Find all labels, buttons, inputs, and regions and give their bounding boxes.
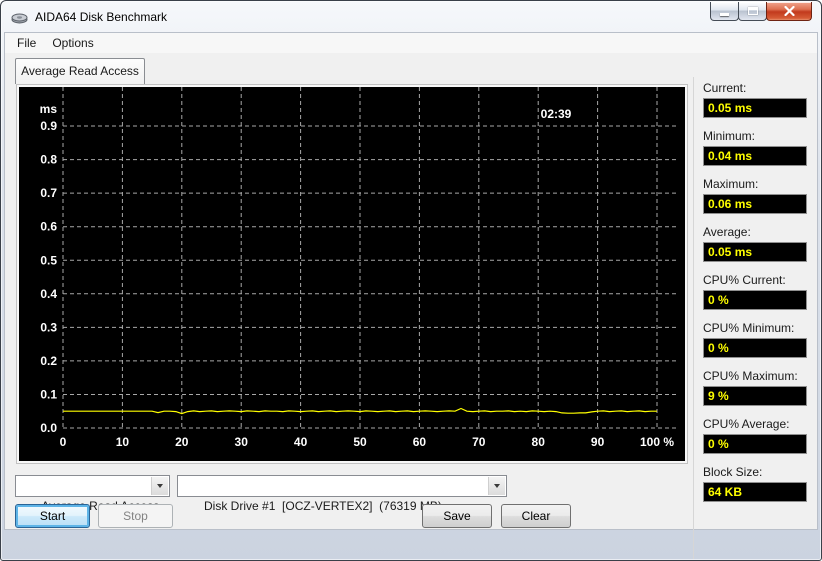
benchmark-type-select[interactable]: Average Read Access [15,475,170,513]
benchmark-chart: 0.0 0.1 0.2 0.3 0.4 0.5 0.6 0.7 0.8 0.9 ms 0 10 20 30 4… [17,85,687,463]
app-window: AIDA64 Disk Benchmark File Options Avera… [0,0,822,561]
dropdown-button[interactable] [488,477,505,495]
stat-value-box: 0 % [703,434,807,454]
close-icon [783,6,795,16]
stat-label: Average: [703,225,751,239]
stat-block-size: Block Size: 64 KB [703,465,815,502]
svg-text:40: 40 [294,435,308,449]
stat-label: Minimum: [703,129,756,143]
svg-text:0.7: 0.7 [40,186,57,200]
stop-button[interactable]: Stop [98,504,173,528]
disk-drive-value: Disk Drive #1 [OCZ-VERTEX2] (76319 MB) [204,499,442,513]
svg-text:50: 50 [353,435,367,449]
svg-text:0.5: 0.5 [40,253,57,267]
stat-label: Block Size: [703,465,763,479]
svg-text:80: 80 [532,435,546,449]
stat-value-box: 0 % [703,290,807,310]
tab-average-read-access[interactable]: Average Read Access [15,58,145,84]
disk-drive-select[interactable]: Disk Drive #1 [OCZ-VERTEX2] (76319 MB) [177,475,507,513]
stat-value-box: 0 % [703,338,807,358]
svg-text:100 %: 100 % [640,435,674,449]
save-button[interactable]: Save [422,504,492,528]
svg-text:60: 60 [413,435,427,449]
dropdown-button[interactable] [151,477,168,495]
window-title: AIDA64 Disk Benchmark [35,9,168,24]
title-bar: AIDA64 Disk Benchmark [1,1,821,32]
svg-text:10: 10 [116,435,130,449]
svg-text:0.4: 0.4 [40,287,57,301]
client-area: File Options Average Read Access 0.0 0.1 0… [4,32,818,559]
chevron-down-icon [157,484,163,488]
svg-text:30: 30 [235,435,249,449]
disk-icon [11,13,28,24]
stats-panel: Current: 0.05 ms Minimum: 0.04 ms Maximu… [693,77,815,559]
stat-label: CPU% Current: [703,273,786,287]
stat-cpu-average: CPU% Average: 0 % [703,417,815,454]
stat-cpu-maximum: CPU% Maximum: 9 % [703,369,815,406]
svg-text:0.3: 0.3 [40,320,57,334]
svg-text:ms: ms [40,102,58,116]
start-button[interactable]: Start [15,504,90,528]
svg-text:90: 90 [591,435,605,449]
stat-average: Average: 0.05 ms [703,225,815,262]
stat-value-box: 0.06 ms [703,194,807,214]
stat-label: Maximum: [703,177,759,191]
minimize-button[interactable] [710,2,739,21]
svg-text:0.6: 0.6 [40,220,57,234]
stat-cpu-current: CPU% Current: 0 % [703,273,815,310]
chevron-down-icon [494,484,500,488]
stat-value-box: 0.05 ms [703,98,807,118]
stat-value-box: 64 KB [703,482,807,502]
svg-text:70: 70 [472,435,486,449]
svg-text:0.2: 0.2 [40,354,57,368]
stat-label: CPU% Average: [703,417,790,431]
stat-label: Current: [703,81,747,95]
stat-label: CPU% Maximum: [703,369,798,383]
svg-text:0.8: 0.8 [40,153,57,167]
svg-text:02:39: 02:39 [541,107,572,121]
stat-current: Current: 0.05 ms [703,81,815,118]
clear-button[interactable]: Clear [501,504,571,528]
svg-text:0.9: 0.9 [40,119,57,133]
svg-text:0: 0 [60,435,67,449]
stat-maximum: Maximum: 0.06 ms [703,177,815,214]
maximize-icon [747,7,758,15]
minimize-icon [720,12,729,16]
svg-text:0.1: 0.1 [40,387,57,401]
menu-bar: File Options [5,33,817,53]
close-button[interactable] [766,2,812,21]
maximize-button[interactable] [738,2,767,21]
svg-text:0.0: 0.0 [40,421,57,435]
caption-buttons [710,2,812,21]
chart-canvas: 0.0 0.1 0.2 0.3 0.4 0.5 0.6 0.7 0.8 0.9 ms 0 10 20 30 4… [40,87,677,449]
stat-value-box: 0.05 ms [703,242,807,262]
stat-label: CPU% Minimum: [703,321,795,335]
stat-cpu-minimum: CPU% Minimum: 0 % [703,321,815,358]
stat-value-box: 9 % [703,386,807,406]
menu-file[interactable]: File [9,33,44,53]
stat-value-box: 0.04 ms [703,146,807,166]
stat-minimum: Minimum: 0.04 ms [703,129,815,166]
svg-text:20: 20 [175,435,189,449]
menu-options[interactable]: Options [44,33,101,53]
